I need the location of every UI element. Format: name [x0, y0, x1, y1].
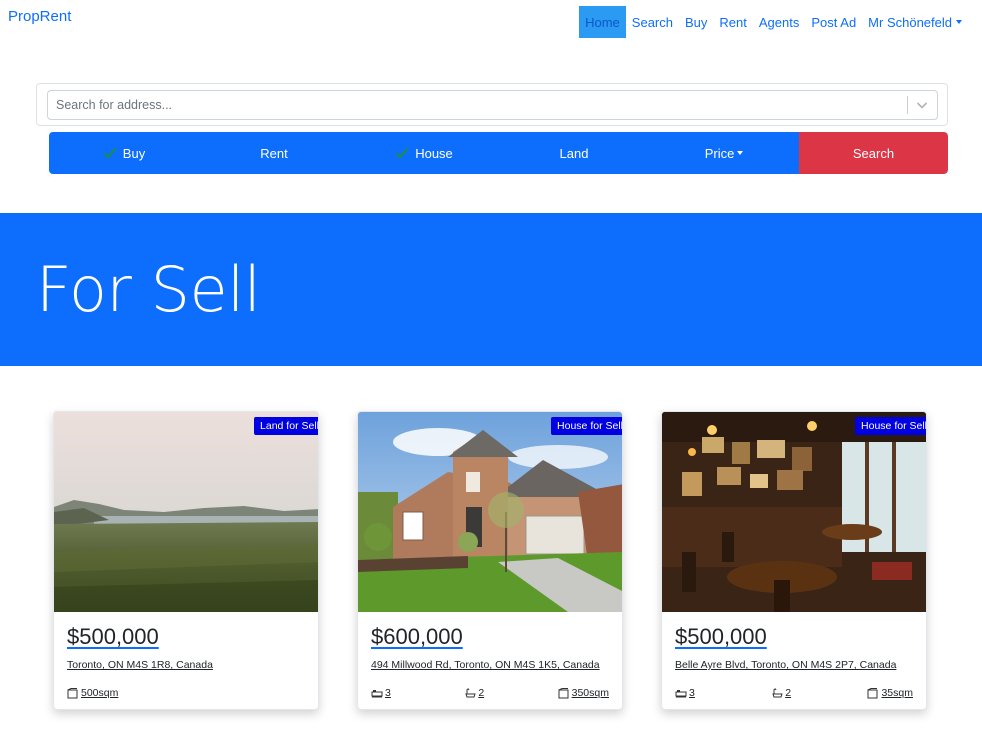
listing-meta: 500sqm — [67, 687, 305, 699]
listing-price[interactable]: $500,000 — [675, 624, 767, 650]
bath-icon — [465, 687, 477, 697]
listing-beds-value: 3 — [689, 687, 695, 699]
listing-body: $600,000 494 Millwood Rd, Toronto, ON M4… — [358, 612, 622, 709]
nav-home[interactable]: Home — [579, 6, 626, 38]
listing-beds-value: 3 — [385, 687, 391, 699]
filter-house-button[interactable]: House — [349, 132, 499, 174]
listing-card[interactable]: House for Sell $500,000 Belle Ayre Blvd,… — [661, 411, 927, 710]
listing-price[interactable]: $500,000 — [67, 624, 159, 650]
brand-logo[interactable]: PropRent — [8, 8, 71, 25]
filter-price-label: Price — [704, 145, 735, 161]
check-icon — [103, 147, 117, 159]
listing-address[interactable]: Toronto, ON M4S 1R8, Canada — [67, 657, 305, 674]
search-panel — [36, 83, 948, 126]
listing-meta: 3 2 350sqm — [371, 687, 609, 699]
caret-down-icon — [956, 20, 962, 24]
caret-down-icon — [737, 151, 744, 155]
filter-bar: Buy Rent House Land Price Search — [49, 132, 948, 174]
listing-beds[interactable]: 3 — [675, 687, 695, 699]
listing-area-value: 500sqm — [81, 687, 119, 699]
landscape-photo — [54, 412, 318, 612]
search-input[interactable] — [48, 91, 908, 119]
nav-agents[interactable]: Agents — [753, 6, 805, 38]
listing-baths[interactable]: 2 — [464, 687, 484, 699]
listing-area-value: 350sqm — [571, 687, 609, 699]
pub-interior-photo — [662, 412, 926, 612]
listing-area[interactable]: 500sqm — [67, 687, 118, 699]
listing-badge: House for Sell — [551, 417, 622, 440]
listing-baths-value: 2 — [478, 687, 485, 699]
listing-meta: 3 2 35sqm — [675, 687, 913, 699]
divider — [907, 96, 908, 114]
listing-image[interactable]: House for Sell — [662, 412, 926, 612]
listing-card[interactable]: House for Sell $600,000 494 Millwood Rd,… — [357, 411, 623, 710]
navbar: PropRent Home Search Buy Rent Agents Pos… — [0, 0, 982, 44]
user-menu[interactable]: Mr Schönefeld — [862, 6, 968, 38]
check-icon — [395, 147, 409, 159]
area-icon — [558, 687, 569, 698]
listing-body: $500,000 Toronto, ON M4S 1R8, Canada 500… — [54, 612, 318, 709]
search-button[interactable]: Search — [799, 132, 948, 174]
area-icon — [67, 687, 78, 698]
listing-baths[interactable]: 2 — [771, 687, 791, 699]
bed-icon — [675, 689, 687, 697]
listing-area[interactable]: 35sqm — [867, 687, 913, 699]
listing-area[interactable]: 350sqm — [558, 687, 609, 699]
address-select[interactable] — [47, 90, 938, 120]
filter-house-label: House — [415, 145, 453, 161]
chevron-down-icon[interactable] — [914, 97, 930, 113]
listing-beds[interactable]: 3 — [371, 687, 391, 699]
nav-search[interactable]: Search — [626, 6, 679, 38]
listing-badge: House for Sell — [855, 417, 926, 440]
listing-image[interactable]: Land for Sell — [54, 412, 318, 612]
filter-land-label: Land — [559, 145, 589, 161]
filter-buy-button[interactable]: Buy — [49, 132, 199, 174]
nav-menu: Home Search Buy Rent Agents Post Ad Mr S… — [579, 6, 968, 38]
nav-buy[interactable]: Buy — [679, 6, 713, 38]
listing-area-value: 35sqm — [881, 687, 913, 699]
bed-icon — [371, 689, 383, 697]
hero-banner: For Sell — [0, 213, 982, 366]
filter-land-button[interactable]: Land — [499, 132, 649, 174]
listing-address[interactable]: Belle Ayre Blvd, Toronto, ON M4S 2P7, Ca… — [675, 657, 913, 674]
listing-price[interactable]: $600,000 — [371, 624, 463, 650]
page-title: For Sell — [36, 253, 261, 326]
nav-rent[interactable]: Rent — [713, 6, 752, 38]
filter-buy-label: Buy — [122, 145, 146, 161]
listing-baths-value: 2 — [785, 687, 792, 699]
listing-badge: Land for Sell — [254, 417, 318, 440]
area-icon — [867, 687, 878, 698]
listing-card[interactable]: Land for Sell $500,000 Toronto, ON M4S 1… — [53, 411, 319, 710]
listing-address[interactable]: 494 Millwood Rd, Toronto, ON M4S 1K5, Ca… — [371, 657, 609, 674]
filter-rent-label: Rent — [260, 145, 288, 161]
user-name: Mr Schönefeld — [868, 14, 952, 30]
nav-post-ad[interactable]: Post Ad — [805, 6, 862, 38]
bath-icon — [772, 687, 783, 697]
listing-body: $500,000 Belle Ayre Blvd, Toronto, ON M4… — [662, 612, 926, 709]
house-photo — [358, 412, 622, 612]
listing-image[interactable]: House for Sell — [358, 412, 622, 612]
filter-price-dropdown[interactable]: Price — [649, 132, 799, 174]
filter-rent-button[interactable]: Rent — [199, 132, 349, 174]
